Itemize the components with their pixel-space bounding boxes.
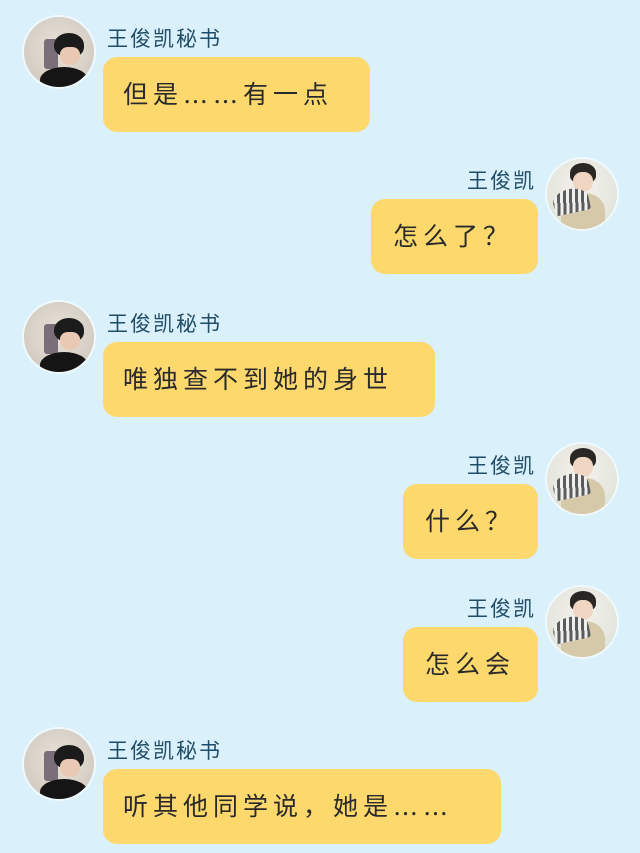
message-bubble[interactable]: 怎么了？ <box>371 199 538 274</box>
message-bubble[interactable]: 唯独查不到她的身世 <box>103 342 435 417</box>
message-row: 王俊凯秘书 但是……有一点 <box>0 17 640 137</box>
chat-window: 王俊凯秘书 但是……有一点 王俊凯 怎么了？ 王俊凯秘书 唯独查不到她的身世 王… <box>0 0 640 853</box>
message-bubble[interactable]: 怎么会 <box>403 627 538 702</box>
sender-name: 王俊凯秘书 <box>107 739 222 763</box>
sender-name: 王俊凯 <box>467 169 536 193</box>
message-bubble[interactable]: 什么？ <box>403 484 538 559</box>
avatar[interactable] <box>547 444 617 514</box>
sender-name: 王俊凯 <box>467 454 536 478</box>
message-row: 王俊凯秘书 唯独查不到她的身世 <box>0 302 640 422</box>
message-row: 王俊凯 怎么会 <box>0 587 640 707</box>
message-bubble[interactable]: 听其他同学说，她是…… <box>103 769 501 844</box>
message-row: 王俊凯 什么？ <box>0 444 640 564</box>
message-bubble[interactable]: 但是……有一点 <box>103 57 370 132</box>
sender-name: 王俊凯秘书 <box>107 27 222 51</box>
avatar[interactable] <box>24 729 94 799</box>
avatar[interactable] <box>547 159 617 229</box>
message-row: 王俊凯 怎么了？ <box>0 159 640 279</box>
avatar[interactable] <box>547 587 617 657</box>
sender-name: 王俊凯 <box>467 597 536 621</box>
sender-name: 王俊凯秘书 <box>107 312 222 336</box>
avatar[interactable] <box>24 17 94 87</box>
message-row: 王俊凯秘书 听其他同学说，她是…… <box>0 729 640 849</box>
avatar[interactable] <box>24 302 94 372</box>
